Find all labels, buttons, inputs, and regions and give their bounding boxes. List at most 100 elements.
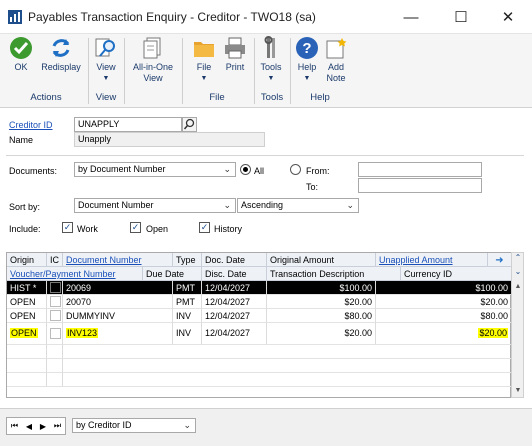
header-origin: Origin xyxy=(7,253,47,267)
view-button[interactable]: View ▼ xyxy=(85,36,127,84)
row-type: PMT xyxy=(173,281,202,295)
ribbon-toolbar: OK Redisplay View ▼ All-in-One View File… xyxy=(0,34,532,108)
header-unapplied-amount[interactable]: Unapplied Amount xyxy=(376,253,488,267)
browse-by-select[interactable]: by Creditor ID ⌄ xyxy=(72,418,196,433)
history-label: History xyxy=(214,224,243,234)
row-type: INV xyxy=(173,309,202,323)
file-label: File xyxy=(196,62,212,72)
documents-select[interactable]: by Document Number ⌄ xyxy=(74,162,236,177)
expand-arrow-icon[interactable]: ➜ xyxy=(488,253,512,267)
empty-cell xyxy=(7,359,47,373)
lookup-button[interactable] xyxy=(182,117,197,132)
open-checkbox[interactable]: ✓ xyxy=(130,222,141,233)
chevron-down-icon: ⌄ xyxy=(223,164,231,174)
header-original-amount: Original Amount xyxy=(267,253,376,267)
history-checkbox[interactable]: ✓ xyxy=(199,222,210,233)
header-disc-date: Disc. Date xyxy=(202,267,267,281)
empty-cell xyxy=(7,345,47,359)
help-group-label: Help xyxy=(310,92,330,103)
next-record-icon[interactable]: ▶ xyxy=(40,422,46,431)
row-original-amount: $20.00 xyxy=(267,323,376,345)
row-document-number: 20069 xyxy=(63,281,173,295)
header-currency-id: Currency ID xyxy=(401,267,512,281)
row-original-amount: $80.00 xyxy=(267,309,376,323)
all-radio[interactable] xyxy=(240,164,251,175)
lookup-magnifier-icon xyxy=(183,118,195,130)
work-label: Work xyxy=(77,224,98,234)
creditor-id-link[interactable]: Creditor ID xyxy=(9,120,53,130)
from-radio[interactable] xyxy=(290,164,301,175)
file-group-label: File xyxy=(209,92,225,103)
last-record-icon[interactable]: ⏭ xyxy=(54,421,61,431)
tools-dropdown-arrow-icon: ▼ xyxy=(267,75,275,82)
open-label: Open xyxy=(146,224,169,234)
row-doc-date: 12/04/2027 xyxy=(202,309,267,323)
view-label: View xyxy=(96,62,116,72)
magnifier-icon xyxy=(94,36,118,60)
row-unapplied-amount: $80.00 xyxy=(376,309,512,323)
record-navigation: ⏮ ◀ ▶ ⏭ xyxy=(6,417,66,435)
row-unapplied-amount: $20.00 xyxy=(376,323,512,345)
header-due-date: Due Date xyxy=(143,267,202,281)
collapse-up-icon[interactable]: ⌃ xyxy=(513,253,523,265)
close-button[interactable]: ✕ xyxy=(497,6,519,28)
refresh-icon xyxy=(49,36,73,60)
row-ic xyxy=(47,323,63,345)
all-in-one-label-line2: View xyxy=(143,73,163,83)
browse-by-value: by Creditor ID xyxy=(76,420,132,430)
view-group-label: View xyxy=(95,92,117,103)
tools-label: Tools xyxy=(260,62,282,72)
expand-down-icon[interactable]: ⌄ xyxy=(513,267,523,279)
name-value: Unapply xyxy=(74,132,265,147)
add-note-label-line2: Note xyxy=(326,73,346,83)
all-in-one-view-button[interactable]: All-in-One View xyxy=(132,36,174,84)
row-ic xyxy=(47,309,63,323)
chevron-down-icon: ⌄ xyxy=(183,420,191,430)
from-input[interactable] xyxy=(358,162,482,177)
add-note-button[interactable]: Add Note xyxy=(315,36,357,84)
grid-scrollbar[interactable]: ⌃ ⌄ ▲ ▼ xyxy=(511,252,524,398)
redisplay-button[interactable]: Redisplay xyxy=(40,36,82,73)
view-dropdown-arrow-icon: ▼ xyxy=(102,75,110,82)
wrench-icon xyxy=(259,36,283,60)
empty-cell xyxy=(63,359,512,373)
title-bar: Payables Transaction Enquiry - Creditor … xyxy=(0,0,532,34)
creditor-id-input[interactable]: UNAPPLY xyxy=(74,117,182,132)
help-dropdown-arrow-icon: ▼ xyxy=(303,75,311,82)
to-input[interactable] xyxy=(358,178,482,193)
row-ic xyxy=(47,295,63,309)
ok-button[interactable]: OK xyxy=(0,36,42,73)
document-number-highlight: INV123 xyxy=(66,328,99,338)
empty-cell xyxy=(47,345,63,359)
all-label: All xyxy=(254,166,265,176)
window-title: Payables Transaction Enquiry - Creditor … xyxy=(28,10,316,24)
actions-group-label: Actions xyxy=(30,92,62,103)
to-label: To: xyxy=(306,182,319,192)
tools-group-label: Tools xyxy=(260,92,284,103)
transactions-grid: Origin IC Document Number Type Doc. Date… xyxy=(6,252,512,398)
sort-order-select[interactable]: Ascending ⌄ xyxy=(237,198,359,213)
previous-record-icon[interactable]: ◀ xyxy=(26,422,32,431)
documents-label: Documents: xyxy=(9,166,58,176)
scroll-up-arrow-icon[interactable]: ▲ xyxy=(514,283,522,291)
empty-cell xyxy=(7,373,47,387)
scroll-down-arrow-icon[interactable]: ▼ xyxy=(514,387,522,395)
header-voucher-payment-number[interactable]: Voucher/Payment Number xyxy=(7,267,143,281)
row-origin: OPEN xyxy=(7,309,47,323)
sortby-select[interactable]: Document Number ⌄ xyxy=(74,198,236,213)
row-origin: OPEN xyxy=(7,295,47,309)
divider xyxy=(6,155,524,156)
first-record-icon[interactable]: ⏮ xyxy=(11,421,18,431)
header-document-number[interactable]: Document Number xyxy=(63,253,173,267)
sortby-label: Sort by: xyxy=(9,202,41,212)
ok-label: OK xyxy=(14,62,28,72)
minimize-button[interactable]: — xyxy=(400,6,422,28)
row-original-amount: $20.00 xyxy=(267,295,376,309)
file-dropdown-arrow-icon: ▼ xyxy=(200,75,208,82)
add-note-label-line1: Add xyxy=(327,62,344,72)
work-checkbox[interactable]: ✓ xyxy=(62,222,73,233)
row-doc-date: 12/04/2027 xyxy=(202,281,267,295)
row-type: INV xyxy=(173,323,202,345)
sort-order-value: Ascending xyxy=(241,200,284,210)
maximize-button[interactable]: ☐ xyxy=(450,6,472,28)
